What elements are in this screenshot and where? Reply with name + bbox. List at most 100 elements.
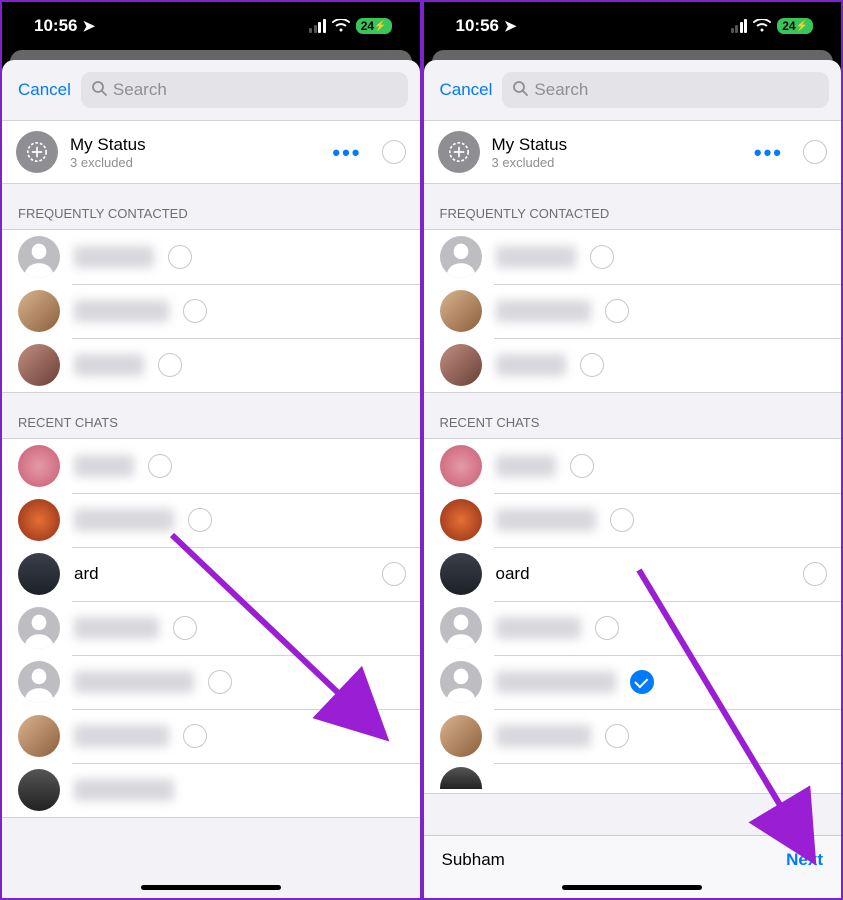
section-recent: Recent Chats	[424, 393, 842, 438]
select-radio[interactable]	[168, 245, 192, 269]
contact-row[interactable]	[424, 709, 842, 763]
contact-name-blurred	[74, 671, 194, 693]
contact-name-blurred	[496, 617, 581, 639]
avatar	[440, 661, 482, 703]
avatar	[18, 715, 60, 757]
cancel-button[interactable]: Cancel	[440, 80, 493, 100]
contact-row[interactable]	[2, 763, 420, 817]
select-radio[interactable]	[595, 616, 619, 640]
avatar	[18, 661, 60, 703]
contact-name-blurred	[74, 509, 174, 531]
avatar	[440, 767, 482, 789]
contact-row[interactable]: ard	[2, 547, 420, 601]
contact-name-blurred	[74, 246, 154, 268]
avatar	[18, 344, 60, 386]
select-radio[interactable]	[183, 724, 207, 748]
contact-name-blurred	[74, 725, 169, 747]
search-input[interactable]: Search	[81, 72, 408, 108]
select-radio[interactable]	[148, 454, 172, 478]
cellular-icon	[731, 19, 748, 33]
select-radio[interactable]	[183, 299, 207, 323]
phone-left: 10:56 ➤ 24⚡ Cancel Search	[2, 2, 420, 898]
my-status-avatar	[16, 131, 58, 173]
avatar	[440, 344, 482, 386]
contact-name-blurred	[496, 671, 616, 693]
selection-summary: Subham	[442, 850, 505, 870]
avatar	[440, 290, 482, 332]
contact-row[interactable]	[2, 284, 420, 338]
share-sheet: Cancel Search My Status 3 excluded •••	[2, 60, 420, 898]
contact-name-blurred	[74, 354, 144, 376]
contact-row[interactable]	[2, 439, 420, 493]
contact-row[interactable]	[424, 655, 842, 709]
section-frequent: Frequently Contacted	[424, 184, 842, 229]
contact-row[interactable]	[2, 655, 420, 709]
select-radio[interactable]	[590, 245, 614, 269]
select-radio[interactable]	[610, 508, 634, 532]
avatar	[440, 236, 482, 278]
contact-row[interactable]	[424, 284, 842, 338]
select-radio[interactable]	[570, 454, 594, 478]
share-sheet: Cancel Search My Status 3 excluded •••	[424, 60, 842, 898]
my-status-title: My Status	[70, 135, 320, 155]
avatar	[18, 499, 60, 541]
avatar	[18, 236, 60, 278]
contact-name-blurred	[496, 246, 576, 268]
recent-list: oard	[424, 438, 842, 794]
status-time: 10:56	[34, 16, 77, 36]
my-status-radio[interactable]	[382, 140, 406, 164]
contact-row[interactable]	[424, 493, 842, 547]
select-radio[interactable]	[605, 724, 629, 748]
select-radio[interactable]	[803, 562, 827, 586]
search-placeholder: Search	[113, 80, 167, 100]
select-radio[interactable]	[158, 353, 182, 377]
avatar	[18, 445, 60, 487]
avatar	[440, 607, 482, 649]
contact-row[interactable]: oard	[424, 547, 842, 601]
contact-row[interactable]	[424, 338, 842, 392]
contact-row[interactable]	[424, 763, 842, 793]
frequent-list	[424, 229, 842, 393]
contact-row[interactable]	[2, 709, 420, 763]
my-status-row[interactable]: My Status 3 excluded •••	[2, 120, 420, 184]
my-status-subtitle: 3 excluded	[70, 155, 320, 170]
my-status-title: My Status	[492, 135, 742, 155]
location-icon: ➤	[504, 17, 517, 35]
cancel-button[interactable]: Cancel	[18, 80, 71, 100]
contact-name-blurred	[496, 455, 556, 477]
contact-row[interactable]	[424, 230, 842, 284]
more-icon[interactable]: •••	[754, 147, 791, 158]
my-status-row[interactable]: My Status 3 excluded •••	[424, 120, 842, 184]
select-radio[interactable]	[173, 616, 197, 640]
location-icon: ➤	[82, 17, 95, 35]
select-radio[interactable]	[605, 299, 629, 323]
contact-row[interactable]	[2, 230, 420, 284]
frequent-list	[2, 229, 420, 393]
select-radio-checked[interactable]	[630, 670, 654, 694]
select-radio[interactable]	[580, 353, 604, 377]
contact-name-blurred	[74, 617, 159, 639]
my-status-radio[interactable]	[803, 140, 827, 164]
select-radio[interactable]	[382, 562, 406, 586]
search-row: Cancel Search	[2, 60, 420, 120]
next-button[interactable]: Next	[786, 850, 823, 870]
avatar	[440, 445, 482, 487]
avatar	[18, 769, 60, 811]
recent-list: ard	[2, 438, 420, 818]
select-radio[interactable]	[208, 670, 232, 694]
contact-row[interactable]	[2, 493, 420, 547]
select-radio[interactable]	[188, 508, 212, 532]
contact-row[interactable]	[2, 601, 420, 655]
search-input[interactable]: Search	[502, 72, 829, 108]
status-time: 10:56	[456, 16, 499, 36]
contact-row[interactable]	[424, 601, 842, 655]
more-icon[interactable]: •••	[332, 147, 369, 158]
ios-status-bar: 10:56 ➤ 24⚡	[424, 2, 842, 50]
contact-name-blurred	[74, 779, 174, 801]
wifi-icon	[332, 19, 350, 33]
section-frequent: Frequently Contacted	[2, 184, 420, 229]
contact-name-blurred	[496, 509, 596, 531]
search-row: Cancel Search	[424, 60, 842, 120]
contact-row[interactable]	[2, 338, 420, 392]
contact-row[interactable]	[424, 439, 842, 493]
